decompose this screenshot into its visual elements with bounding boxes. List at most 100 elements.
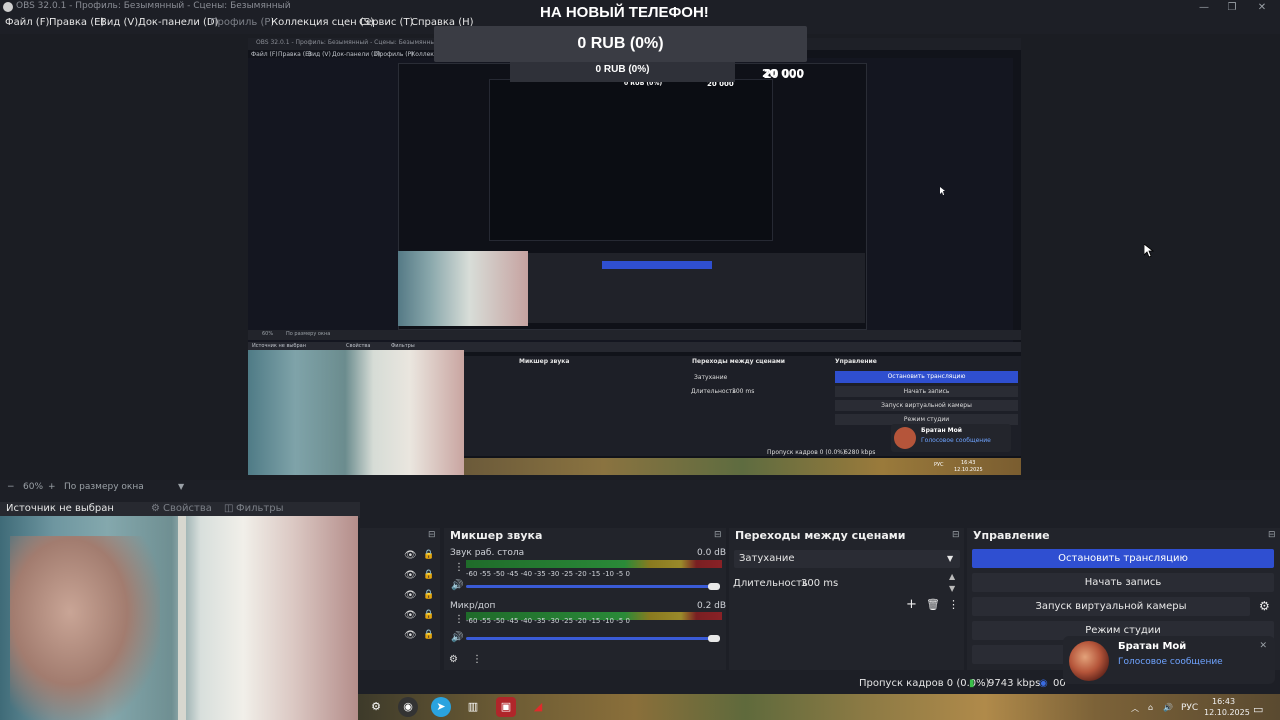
close-icon[interactable]: ✕: [1259, 641, 1267, 651]
gear-icon[interactable]: ⚙: [1259, 599, 1270, 613]
kebab-icon[interactable]: ⋮: [948, 598, 959, 611]
inner-notif-name: Братан Мой: [921, 427, 962, 434]
mouse-cursor-icon: [940, 187, 945, 195]
eye-icon[interactable]: 👁: [404, 590, 417, 601]
donation-amount: 0 RUB (0%): [577, 35, 664, 52]
menu-file[interactable]: Файл (F): [5, 17, 49, 28]
chevron-up-icon[interactable]: ︿: [1131, 703, 1139, 714]
inner-start-record: Начать запись: [835, 386, 1018, 397]
start-record-button[interactable]: Начать запись: [972, 573, 1274, 592]
inner-date: 12.10.2025: [954, 467, 983, 473]
zoom-bar: − 60% + По размеру окна ▼: [0, 481, 1280, 493]
eye-icon[interactable]: 👁: [404, 570, 417, 581]
speaker-icon[interactable]: 🔊: [451, 580, 463, 591]
lock-icon[interactable]: 🔒: [423, 570, 434, 580]
inner-lang: РУС: [934, 462, 944, 468]
stepper-up-icon[interactable]: ▲: [949, 572, 955, 581]
volume-icon[interactable]: 🔊: [1163, 703, 1173, 712]
inner-duration: 300 ms: [732, 388, 755, 395]
mixer-channel-name: Микр/доп: [450, 601, 496, 611]
eye-icon[interactable]: 👁: [404, 610, 417, 621]
inner-stop-stream: Остановить трансляцию: [835, 371, 1018, 383]
inner-clock: 16:43: [961, 460, 976, 466]
inner-virtual-cam: Запуск виртуальной камеры: [835, 400, 1018, 411]
notification-toast[interactable]: Братан Мой Голосовое сообщение ✕: [1063, 636, 1275, 684]
volume-meter: [466, 560, 722, 568]
zoom-in-button[interactable]: +: [48, 482, 56, 492]
kebab-icon[interactable]: ⋮: [454, 562, 464, 573]
inner-duration-label: Длительность: [691, 388, 736, 395]
speaker-icon[interactable]: 🔊: [451, 632, 463, 643]
volume-slider[interactable]: [466, 585, 720, 588]
advanced-audio-icon[interactable]: ⚙: [449, 654, 458, 665]
lock-icon[interactable]: 🔒: [423, 550, 434, 560]
minimize-button[interactable]: —: [1190, 0, 1218, 15]
inner-filters: Фильтры: [391, 343, 415, 349]
obs-app-icon[interactable]: ◉: [398, 697, 418, 717]
telegram-app-icon[interactable]: ➤: [431, 697, 451, 717]
mixer-channel-db: 0.2 dB: [697, 601, 727, 611]
menu-tools[interactable]: Сервис (T): [359, 17, 413, 28]
zoom-out-button[interactable]: −: [7, 482, 15, 492]
filters-button[interactable]: Фильтры: [236, 503, 283, 514]
preview-canvas[interactable]: OBS 32.0.1 - Профиль: Безымянный - Сцены…: [248, 38, 1021, 475]
eye-icon[interactable]: 👁: [404, 630, 417, 641]
transition-select[interactable]: Затухание ▼: [734, 550, 960, 568]
menu-edit[interactable]: Правка (E): [49, 17, 104, 28]
clock-time[interactable]: 16:43: [1212, 697, 1235, 706]
donation-goal: 20 000: [764, 66, 804, 81]
dock-icon[interactable]: ⊟: [428, 530, 436, 540]
volume-slider[interactable]: [466, 637, 720, 640]
nested-preview-deep: [489, 79, 773, 241]
stop-stream-button[interactable]: Остановить трансляцию: [972, 549, 1274, 568]
menu-view[interactable]: Вид (V): [100, 17, 138, 28]
stepper-down-icon[interactable]: ▼: [949, 584, 955, 593]
volume-slider-handle[interactable]: [708, 583, 720, 590]
sources-panel: ⊟ 👁 🔒 👁 🔒 👁 🔒 👁 🔒 👁 🔒: [360, 528, 440, 670]
maximize-button[interactable]: ❐: [1218, 0, 1246, 15]
transition-select-value: Затухание: [739, 553, 795, 564]
chevron-down-icon[interactable]: ▼: [178, 482, 184, 491]
notification-center-icon[interactable]: ▭: [1253, 703, 1263, 716]
menu-profile[interactable]: Профиль (P): [210, 17, 274, 28]
notification-sender: Братан Мой: [1118, 641, 1187, 652]
gear-icon: ⚙: [151, 503, 160, 514]
chevron-down-icon: ▼: [947, 554, 954, 563]
clock-date[interactable]: 12.10.2025: [1204, 708, 1250, 717]
kebab-icon[interactable]: ⋮: [472, 654, 482, 665]
dock-icon[interactable]: ⊟: [714, 530, 722, 540]
network-icon[interactable]: ⌂: [1148, 703, 1153, 712]
menu-docks[interactable]: Док-панели (D): [138, 17, 219, 28]
mouse-cursor-icon: [1144, 244, 1154, 258]
meter-scale: -60 -55 -50 -45 -40 -35 -30 -25 -20 -15 …: [466, 570, 630, 578]
avatar: [1069, 641, 1109, 681]
donation-box: 0 RUB (0%): [434, 26, 807, 62]
lock-icon[interactable]: 🔒: [423, 610, 434, 620]
close-button[interactable]: ✕: [1248, 0, 1276, 15]
app-icon[interactable]: ▣: [496, 697, 516, 717]
add-icon[interactable]: +: [906, 597, 917, 612]
mixer-channel-db: 0.0 dB: [697, 548, 727, 558]
donation-amount-nested: 0 RUB (0%): [595, 64, 650, 75]
app-icon[interactable]: ▥: [463, 697, 483, 717]
language-indicator[interactable]: РУС: [1181, 703, 1198, 713]
dock-icon[interactable]: ⊟: [1268, 530, 1276, 540]
volume-slider-handle[interactable]: [708, 635, 720, 642]
virtual-camera-button[interactable]: Запуск виртуальной камеры: [972, 597, 1250, 616]
mixer-channel-name: Звук раб. стола: [450, 548, 525, 558]
kebab-icon[interactable]: ⋮: [454, 614, 464, 625]
app-icon[interactable]: ◢: [528, 697, 548, 717]
zoom-fit-select[interactable]: По размеру окна: [64, 482, 144, 492]
bitrate: 9743 kbps: [988, 678, 1041, 689]
dock-icon[interactable]: ⊟: [952, 530, 960, 540]
inner-dropped: Пропуск кадров 0 (0.0%): [767, 449, 846, 456]
properties-button[interactable]: Свойства: [163, 503, 212, 514]
lock-icon[interactable]: 🔒: [423, 590, 434, 600]
settings-app-icon[interactable]: ⚙: [366, 697, 386, 717]
inner-kbps: 6280 kbps: [844, 449, 876, 456]
lock-icon[interactable]: 🔒: [423, 630, 434, 640]
duration-input[interactable]: 300 ms: [801, 578, 838, 589]
signal-icon: ▮: [969, 678, 975, 689]
trash-icon[interactable]: 🗑: [926, 598, 940, 611]
eye-icon[interactable]: 👁: [404, 550, 417, 561]
